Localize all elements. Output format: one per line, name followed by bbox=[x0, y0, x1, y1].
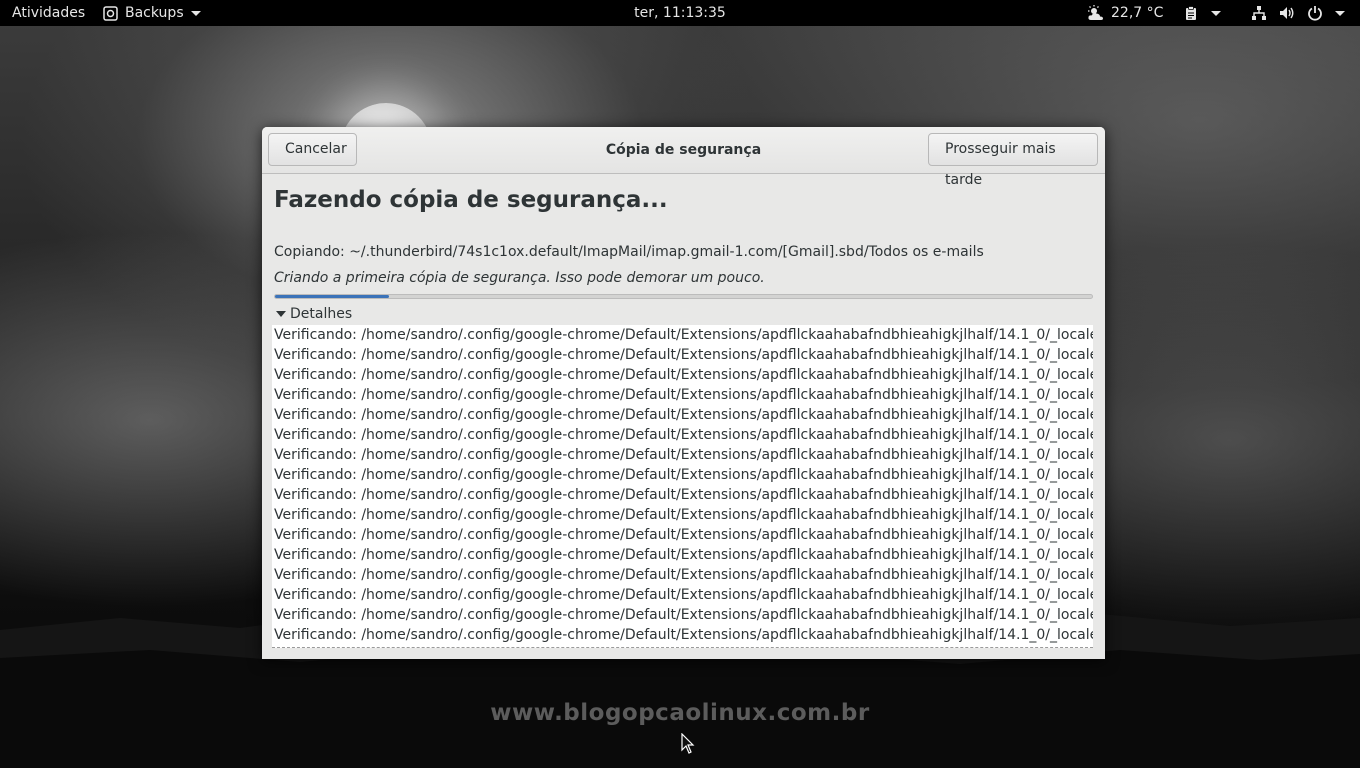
weather-temperature: 22,7 °C bbox=[1111, 5, 1164, 21]
resume-later-button[interactable]: Prosseguir mais tarde bbox=[928, 133, 1098, 188]
network-wired-icon bbox=[1252, 6, 1266, 20]
details-label: Detalhes bbox=[290, 306, 353, 322]
weather-indicator[interactable]: 22,7 °C bbox=[1087, 0, 1163, 26]
top-bar: Atividades Backups ter, 11:13:35 22,7 °C bbox=[0, 0, 1360, 26]
log-line: Verificando: /home/sandro/.config/google… bbox=[274, 507, 1093, 523]
clipboard-indicator[interactable] bbox=[1185, 0, 1221, 26]
backup-progress-bar bbox=[274, 294, 1093, 299]
log-line: Verificando: /home/sandro/.config/google… bbox=[274, 427, 1093, 443]
log-line: Verificando: /home/sandro/.config/google… bbox=[274, 547, 1093, 563]
mouse-pointer-icon bbox=[681, 733, 695, 754]
power-icon bbox=[1308, 6, 1322, 21]
chevron-down-icon bbox=[1335, 10, 1345, 16]
log-line: Verificando: /home/sandro/.config/google… bbox=[274, 527, 1093, 543]
log-line: Verificando: /home/sandro/.config/google… bbox=[274, 327, 1093, 343]
page-heading: Fazendo cópia de segurança... bbox=[274, 187, 668, 213]
clock-label: ter, 11:13:35 bbox=[634, 5, 726, 21]
log-line: Verificando: /home/sandro/.config/google… bbox=[274, 387, 1093, 403]
weather-partly-cloudy-icon bbox=[1088, 5, 1103, 20]
log-line: Verificando: /home/sandro/.config/google… bbox=[274, 627, 1093, 643]
log-line: Verificando: /home/sandro/.config/google… bbox=[274, 607, 1093, 623]
watermark-text: www.blogopcaolinux.com.br bbox=[490, 700, 870, 726]
clipboard-icon bbox=[1186, 5, 1196, 20]
backup-dialog: Cancelar Cópia de segurança Prosseguir m… bbox=[262, 127, 1105, 659]
log-line: Verificando: /home/sandro/.config/google… bbox=[274, 487, 1093, 503]
details-log-view[interactable]: Verificando: /home/sandro/.config/google… bbox=[272, 325, 1093, 648]
log-line: Verificando: /home/sandro/.config/google… bbox=[274, 347, 1093, 363]
chevron-down-icon bbox=[1211, 10, 1221, 16]
log-line: Verificando: /home/sandro/.config/google… bbox=[274, 467, 1093, 483]
cancel-button[interactable]: Cancelar bbox=[268, 133, 357, 166]
first-backup-note: Criando a primeira cópia de segurança. I… bbox=[274, 270, 765, 286]
progress-bar-fill bbox=[275, 295, 390, 298]
details-expander[interactable]: Detalhes bbox=[276, 306, 352, 322]
log-line: Verificando: /home/sandro/.config/google… bbox=[274, 407, 1093, 423]
log-line: Verificando: /home/sandro/.config/google… bbox=[274, 587, 1093, 603]
copying-status-text: Copiando: ~/.thunderbird/74s1c1ox.defaul… bbox=[274, 244, 984, 260]
volume-icon bbox=[1280, 7, 1294, 19]
log-line: Verificando: /home/sandro/.config/google… bbox=[274, 567, 1093, 583]
log-line: Verificando: /home/sandro/.config/google… bbox=[274, 367, 1093, 383]
system-status-menu[interactable] bbox=[1251, 0, 1345, 26]
dialog-header-bar: Cancelar Cópia de segurança Prosseguir m… bbox=[262, 127, 1105, 188]
log-line: Verificando: /home/sandro/.config/google… bbox=[274, 447, 1093, 463]
expander-arrow-icon bbox=[276, 311, 286, 317]
